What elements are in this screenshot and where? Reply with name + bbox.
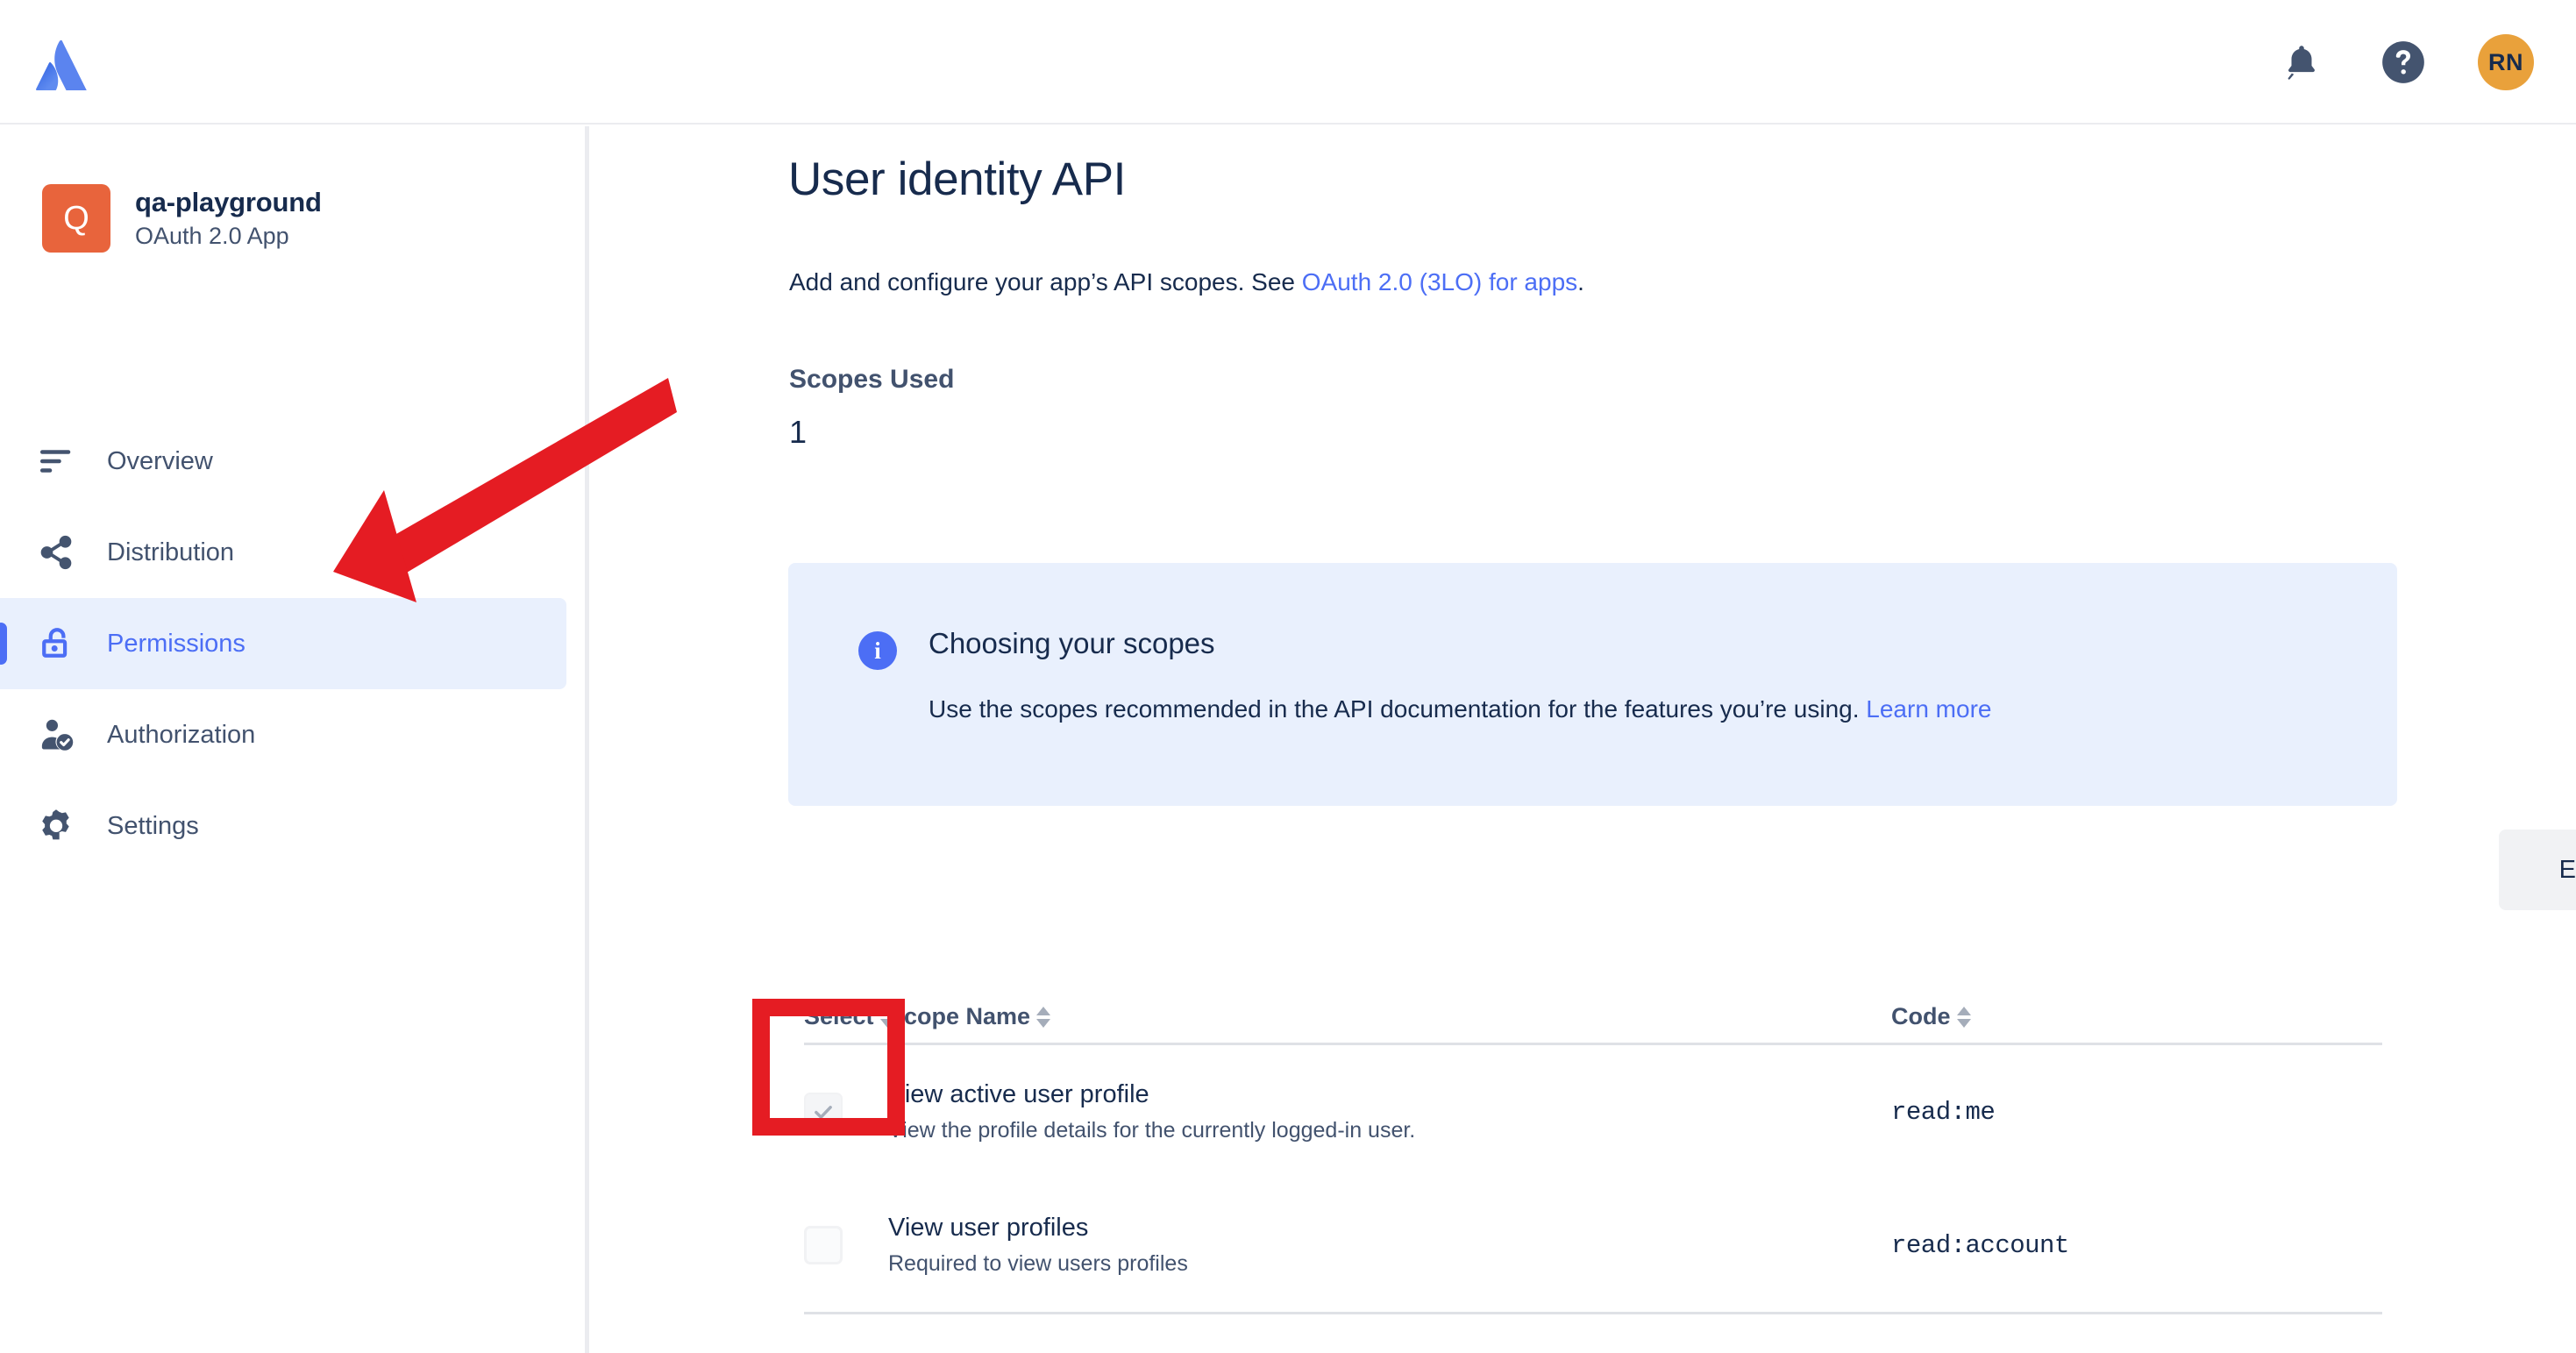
sidebar-item-label: Authorization [107,720,256,749]
app-header: Q qa-playground OAuth 2.0 App [42,184,322,253]
choosing-scopes-banner: i Choosing your scopes Use the scopes re… [788,563,2397,806]
scope-row-1-checkbox[interactable] [804,1226,843,1264]
top-navigation-bar: RN [0,0,2576,125]
share-icon [35,531,77,573]
sidebar-item-settings[interactable]: Settings [0,780,566,872]
sidebar-item-permissions[interactable]: Permissions [0,598,566,689]
scope-name: View user profiles [888,1214,1089,1242]
scope-row-1-select-cell [804,1226,888,1264]
sidebar-item-overview[interactable]: Overview [0,416,566,507]
page-description: Add and configure your app’s API scopes.… [789,265,2280,299]
column-header-scope-name[interactable]: Scope Name [888,1003,1891,1030]
sidebar-item-label: Distribution [107,538,235,566]
info-icon: i [858,631,897,670]
scope-code: read:me [1891,1097,1996,1127]
banner-body-text: Use the scopes recommended in the API do… [929,695,1867,723]
oauth-3lo-link[interactable]: OAuth 2.0 (3LO) for apps [1302,268,1577,296]
table-header-row: Select Scope Name Code [804,1003,2382,1043]
sidebar-item-label: Permissions [107,629,246,658]
app-name: qa-playground [135,187,322,217]
page-description-prefix: Add and configure your app’s API scopes.… [789,268,1302,296]
edit-scopes-button[interactable]: Edit Scopes [2499,830,2576,910]
scopes-table: Select Scope Name Code View active user … [804,1003,2382,1314]
person-check-icon [35,714,77,756]
unlock-icon [35,623,77,665]
atlassian-logo-icon[interactable] [35,39,88,93]
sort-arrows-icon[interactable] [1036,1006,1051,1028]
scope-name: View active user profile [888,1080,1149,1108]
banner-body: Use the scopes recommended in the API do… [929,692,2340,728]
sidebar-item-label: Settings [107,811,199,840]
table-row: View user profiles Required to view user… [804,1179,2382,1312]
avatar[interactable]: RN [2478,34,2534,90]
column-header-label: Scope Name [888,1003,1031,1029]
column-header-label: Code [1891,1003,1951,1029]
app-window: RN Q qa-playground OAuth 2.0 App Overvie… [0,0,2576,1353]
bell-icon[interactable] [2274,35,2329,89]
sort-arrows-icon[interactable] [1956,1006,1971,1028]
scope-row-1-name-cell: View user profiles Required to view user… [888,1214,1891,1277]
main-content: User identity API Add and configure your… [594,126,2576,1353]
sidebar-item-distribution[interactable]: Distribution [0,507,566,598]
scope-row-0-name-cell: View active user profile View the profil… [888,1080,1891,1143]
annotation-highlight-box [752,999,905,1136]
sidebar: Q qa-playground OAuth 2.0 App Overview D… [0,126,589,1353]
banner-title: Choosing your scopes [929,627,1215,659]
table-row: View active user profile View the profil… [804,1045,2382,1179]
topbar-actions: RN [2274,0,2534,125]
sidebar-item-authorization[interactable]: Authorization [0,689,566,780]
help-circle-icon[interactable] [2376,35,2430,89]
column-header-code[interactable]: Code [1891,1003,2382,1030]
gear-icon [35,805,77,847]
app-type: OAuth 2.0 App [135,223,289,249]
learn-more-link[interactable]: Learn more [1866,695,1991,723]
scope-code: read:account [1891,1230,2069,1260]
scope-description: Required to view users profiles [888,1251,1188,1276]
list-icon [35,440,77,482]
page-description-suffix: . [1577,268,1584,296]
scopes-used-label: Scopes Used [789,365,955,394]
app-avatar: Q [42,184,110,253]
sidebar-nav: Overview Distribution Permissions Author… [0,416,589,872]
scopes-used-count: 1 [789,414,808,450]
page-title: User identity API [788,153,1126,205]
scope-description: View the profile details for the current… [888,1118,1416,1143]
table-divider [804,1312,2382,1314]
sidebar-item-label: Overview [107,446,213,475]
